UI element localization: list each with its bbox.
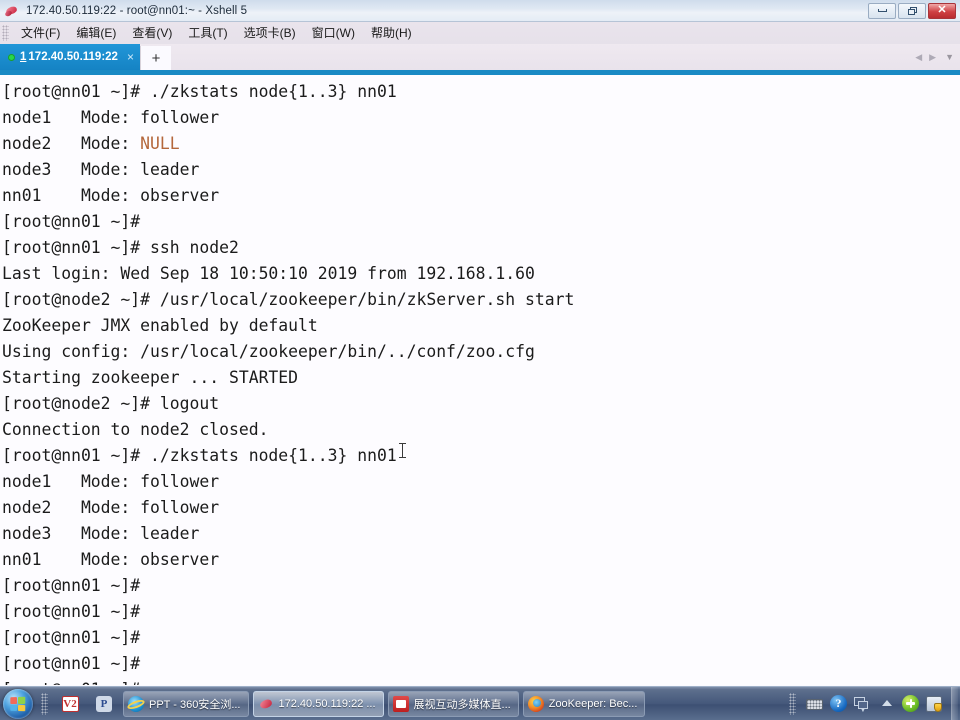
360-security-icon[interactable] (902, 694, 920, 713)
terminal-line: Starting zookeeper ... STARTED (2, 368, 299, 387)
close-button[interactable]: ✕ (928, 2, 956, 19)
taskbar-window-label: 172.40.50.119:22 ... (278, 697, 376, 710)
menu-grip-icon[interactable] (2, 25, 9, 41)
terminal-line: [root@nn01 ~]# (2, 602, 141, 621)
show-hidden-icons-icon[interactable] (878, 695, 896, 713)
system-tray: ? ▼ (789, 686, 960, 720)
terminal-line: [root@nn01 ~]# ssh node2 (2, 238, 239, 257)
restore-button[interactable] (898, 2, 926, 19)
terminal-line: nn01 Mode: observer (2, 550, 220, 569)
taskbar-window-xshell[interactable]: 172.40.50.119:22 ... (252, 690, 384, 717)
minimize-icon (877, 9, 887, 12)
v2-icon: V2 (61, 695, 79, 712)
menu-item-file[interactable]: 文件(F) (13, 24, 68, 43)
tab-number: 1 (20, 51, 27, 63)
quick-launch-v2[interactable]: V2 (57, 691, 83, 717)
keyboard-icon[interactable] (806, 695, 824, 713)
quick-launch-grip-icon[interactable] (41, 692, 48, 715)
menu-bar: 文件(F) 编辑(E) 查看(V) 工具(T) 选项卡(B) 窗口(W) 帮助(… (0, 22, 960, 44)
terminal-line: [root@nn01 ~]# (2, 654, 141, 673)
tab-close-icon[interactable]: × (127, 51, 134, 63)
terminal-line: [root@node2 ~]# logout (2, 394, 220, 413)
terminal-line: Last login: Wed Sep 18 10:50:10 2019 fro… (2, 264, 535, 283)
tray-grip-icon[interactable] (789, 692, 796, 715)
terminal-line: nn01 Mode: observer (2, 186, 220, 205)
terminal-line: ZooKeeper JMX enabled by default (2, 316, 318, 335)
terminal-line: node3 Mode: leader (2, 524, 200, 543)
tab-bar-controls: ◀ ▶ ▼ (908, 44, 960, 70)
menu-item-view[interactable]: 查看(V) (124, 24, 180, 43)
ie-icon (128, 695, 144, 712)
tab-label: 172.40.50.119:22 (28, 51, 118, 63)
window-title: 172.40.50.119:22 - root@nn01:~ - Xshell … (26, 4, 248, 17)
start-button[interactable] (3, 688, 33, 719)
close-icon: ✕ (937, 4, 947, 16)
help-icon[interactable]: ? (830, 694, 848, 713)
terminal-line-text: node2 Mode: (2, 134, 141, 153)
terminal-line: Using config: /usr/local/zookeeper/bin/.… (2, 342, 535, 361)
terminal-line: [root@nn01 ~]# (2, 576, 141, 595)
show-desktop-button[interactable] (951, 686, 958, 720)
terminal-line: [root@nn01 ~]# (2, 212, 141, 231)
menu-item-tools[interactable]: 工具(T) (180, 24, 235, 43)
terminal-line: node3 Mode: leader (2, 160, 200, 179)
connection-status-icon (8, 53, 15, 61)
action-center-icon[interactable] (926, 695, 944, 713)
terminal-line: node2 Mode: NULL (2, 131, 960, 157)
terminal-line: Connection to node2 closed. (2, 420, 269, 439)
taskbar: V2 P PPT - 360安全浏... 172.40.50.119:22 ..… (0, 686, 960, 720)
taskbar-window-media[interactable]: 展视互动多媒体直... (387, 690, 519, 717)
terminal-line: [root@nn01 ~]# ./zkstats node{1..3} nn01 (2, 82, 397, 101)
firefox-icon (527, 695, 544, 712)
taskbar-window-ppt[interactable]: PPT - 360安全浏... (123, 690, 249, 717)
menu-item-tabs[interactable]: 选项卡(B) (236, 24, 304, 43)
media-icon (392, 695, 409, 712)
tab-bar: 1 172.40.50.119:22 × + ◀ ▶ ▼ (0, 44, 960, 70)
terminal-line: [root@nn01 ~]# (2, 628, 141, 647)
menu-item-window[interactable]: 窗口(W) (304, 24, 363, 43)
xshell-window: 172.40.50.119:22 - root@nn01:~ - Xshell … (0, 0, 960, 720)
xshell-icon (258, 696, 274, 712)
taskbar-window-label: ZooKeeper: Bec... (548, 697, 638, 710)
tab-session-1[interactable]: 1 172.40.50.119:22 × (0, 44, 140, 70)
title-bar: 172.40.50.119:22 - root@nn01:~ - Xshell … (0, 0, 960, 22)
terminal-line: [root@nn01 ~]# ./zkstats node{1..3} nn01 (2, 446, 397, 465)
terminal-output[interactable]: [root@nn01 ~]# ./zkstats node{1..3} nn01… (0, 75, 960, 685)
terminal-line: node1 Mode: follower (2, 108, 220, 127)
terminal-line: [root@nn01 ~]# (2, 677, 960, 685)
menu-item-help[interactable]: 帮助(H) (363, 24, 420, 43)
window-controls: ✕ (866, 2, 956, 19)
minimize-button[interactable] (868, 2, 896, 19)
terminal-line: node1 Mode: follower (2, 472, 220, 491)
taskbar-window-label: PPT - 360安全浏... (149, 698, 241, 711)
windows-logo-icon (10, 696, 26, 711)
taskbar-window-firefox[interactable]: ZooKeeper: Bec... (522, 690, 646, 717)
quick-launch-p[interactable]: P (91, 691, 117, 717)
menu-item-edit[interactable]: 编辑(E) (68, 24, 124, 43)
p-icon: P (96, 695, 112, 712)
terminal-line: node2 Mode: follower (2, 498, 220, 517)
restore-icon (907, 6, 917, 15)
new-tab-button[interactable]: + (139, 46, 171, 70)
terminal-highlight-text: NULL (140, 134, 180, 153)
scroll-tabs-right-icon[interactable]: ▶ (929, 52, 936, 62)
network-icon[interactable]: ▼ (854, 695, 872, 713)
scroll-tabs-left-icon[interactable]: ◀ (915, 52, 922, 62)
tab-list-chevron-down-icon[interactable]: ▼ (945, 52, 954, 62)
terminal-text: [root@nn01 ~]# ./zkstats node{1..3} nn01… (0, 75, 960, 685)
terminal-line: [root@node2 ~]# /usr/local/zookeeper/bin… (2, 290, 575, 309)
xshell-icon (4, 3, 20, 19)
taskbar-window-label: 展视互动多媒体直... (413, 698, 511, 711)
